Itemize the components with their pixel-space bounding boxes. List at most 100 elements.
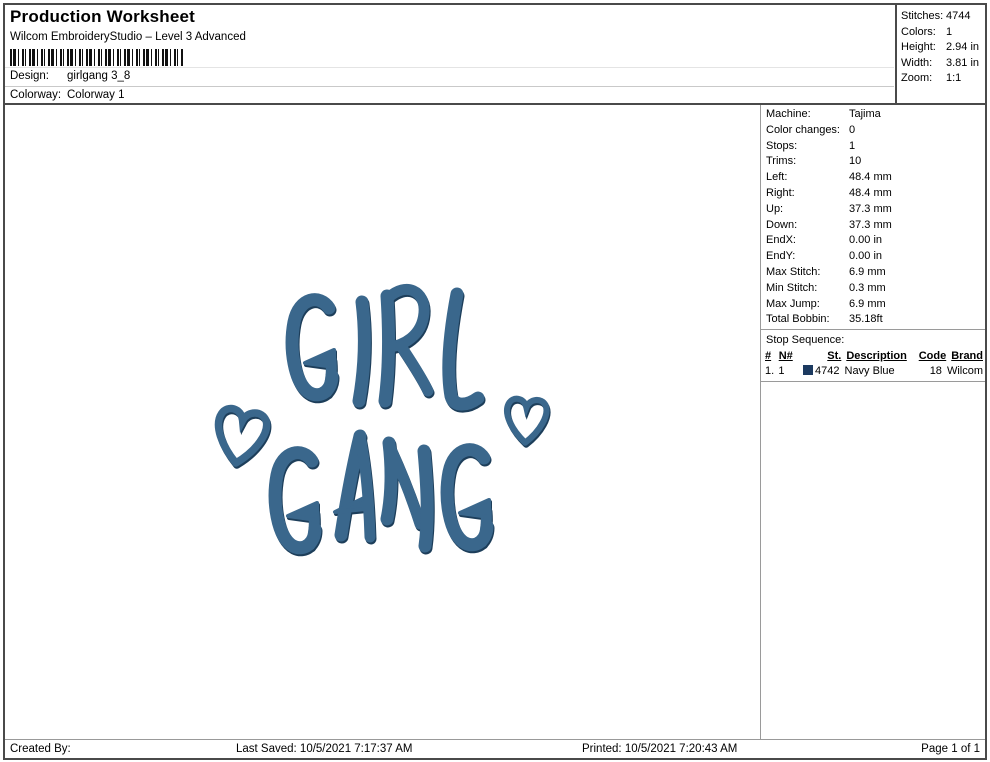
info-row-down: Down:37.3 mm — [761, 218, 985, 234]
cell-st: 4742 — [796, 364, 840, 379]
info-row-endy: EndY:0.00 in — [761, 249, 985, 265]
col-description: Description — [841, 349, 918, 364]
page-number: Page 1 of 1 — [921, 743, 980, 755]
page-title: Production Worksheet — [10, 7, 195, 27]
design-value: girlgang 3_8 — [67, 70, 130, 87]
info-row-up: Up:37.3 mm — [761, 202, 985, 218]
letter-N — [387, 443, 427, 546]
colorway-label: Colorway: — [10, 89, 67, 104]
info-value: 48.4 mm — [849, 186, 985, 202]
header-band: Production Worksheet Wilcom EmbroiderySt… — [5, 5, 985, 105]
last-saved-text: Last Saved: 10/5/2021 7:17:37 AM — [236, 743, 412, 755]
info-label: Min Stitch: — [766, 281, 849, 297]
info-value: 0.00 in — [849, 249, 985, 265]
info-row-min-stitch: Min Stitch:0.3 mm — [761, 281, 985, 297]
info-label: Stops: — [766, 139, 849, 155]
colorway-row: Colorway: Colorway 1 — [5, 86, 894, 104]
design-label: Design: — [10, 70, 67, 87]
cell-code: 18 — [915, 364, 942, 379]
production-worksheet-page: Production Worksheet Wilcom EmbroiderySt… — [0, 0, 990, 762]
col-code: Code — [919, 349, 947, 364]
stat-label: Colors: — [901, 25, 946, 41]
info-label: Max Stitch: — [766, 265, 849, 281]
col-st: St. — [796, 349, 841, 364]
stop-sequence-header-row: # N# St. Description Code Brand — [765, 349, 983, 364]
stat-row-zoom: Zoom: 1:1 — [897, 71, 985, 87]
info-value: 0 — [849, 123, 985, 139]
app-subtitle: Wilcom EmbroideryStudio – Level 3 Advanc… — [10, 31, 246, 43]
word-gang — [275, 436, 489, 548]
info-value: Tajima — [849, 107, 985, 123]
stat-row-colors: Colors: 1 — [897, 25, 985, 41]
stat-row-width: Width: 3.81 in — [897, 56, 985, 72]
col-brand: Brand — [946, 349, 983, 364]
stat-label: Height: — [901, 40, 946, 56]
info-label: Max Jump: — [766, 297, 849, 313]
stat-row-stitches: Stitches: 4744 — [897, 9, 985, 25]
printed-text: Printed: 10/5/2021 7:20:43 AM — [582, 743, 737, 755]
info-value: 37.3 mm — [849, 202, 985, 218]
barcode — [10, 49, 184, 66]
stat-value: 1 — [946, 25, 985, 41]
info-label: Right: — [766, 186, 849, 202]
info-label: Total Bobbin: — [766, 312, 849, 328]
info-row-right: Right:48.4 mm — [761, 186, 985, 202]
stat-value: 4744 — [946, 9, 985, 25]
letter-R — [385, 289, 428, 401]
stop-sequence-title: Stop Sequence: — [761, 330, 985, 349]
created-by-label: Created By: — [10, 743, 71, 755]
stitch-art-group — [210, 289, 547, 547]
info-label: EndX: — [766, 233, 849, 249]
info-value: 0.3 mm — [849, 281, 985, 297]
info-value: 1 — [849, 139, 985, 155]
info-value: 35.18ft — [849, 312, 985, 328]
info-value: 48.4 mm — [849, 170, 985, 186]
heart-left-icon — [210, 405, 269, 468]
letter-G — [275, 453, 317, 548]
letter-L — [449, 294, 478, 404]
info-row-machine: Machine:Tajima — [761, 107, 985, 123]
info-value: 0.00 in — [849, 233, 985, 249]
machine-info-panel: Machine:Tajima Color changes:0 Stops:1 T… — [760, 105, 985, 739]
info-row-total-bobbin: Total Bobbin:35.18ft — [761, 312, 985, 328]
cell-brand: Wilcom — [942, 364, 983, 379]
info-row-color-changes: Color changes:0 — [761, 123, 985, 139]
stop-sequence-data-row: 1. 1 4742 Navy Blue 18 Wilcom — [765, 364, 983, 379]
thread-color-swatch — [803, 365, 813, 375]
info-row-stops: Stops:1 — [761, 139, 985, 155]
stat-value: 1:1 — [946, 71, 985, 87]
col-num: # — [765, 349, 779, 364]
cell-description: Navy Blue — [840, 364, 916, 379]
info-label: Color changes: — [766, 123, 849, 139]
info-label: Down: — [766, 218, 849, 234]
cell-num: 1. — [765, 364, 778, 379]
info-label: EndY: — [766, 249, 849, 265]
letter-A — [335, 436, 370, 537]
machine-info-section: Machine:Tajima Color changes:0 Stops:1 T… — [761, 105, 985, 330]
stop-sequence-table: # N# St. Description Code Brand 1. 1 474… — [761, 349, 985, 382]
info-label: Up: — [766, 202, 849, 218]
design-preview-area — [5, 105, 758, 739]
info-value: 37.3 mm — [849, 218, 985, 234]
stat-label: Stitches: — [901, 9, 946, 25]
info-value: 6.9 mm — [849, 297, 985, 313]
word-girl — [292, 289, 478, 404]
heart-right-icon — [504, 397, 548, 445]
letter-I — [359, 302, 364, 401]
info-row-max-jump: Max Jump:6.9 mm — [761, 297, 985, 313]
info-row-trims: Trims:10 — [761, 154, 985, 170]
footer-bar: Created By: Last Saved: 10/5/2021 7:17:3… — [5, 739, 985, 759]
summary-stats-box: Stitches: 4744 Colors: 1 Height: 2.94 in… — [895, 5, 985, 103]
stat-value: 3.81 in — [946, 56, 985, 72]
info-row-endx: EndX:0.00 in — [761, 233, 985, 249]
info-row-left: Left:48.4 mm — [761, 170, 985, 186]
info-label: Trims: — [766, 154, 849, 170]
col-needle: N# — [779, 349, 797, 364]
info-row-max-stitch: Max Stitch:6.9 mm — [761, 265, 985, 281]
cell-needle: 1 — [778, 364, 795, 379]
stat-label: Zoom: — [901, 71, 946, 87]
letter-G — [447, 450, 489, 545]
info-value: 6.9 mm — [849, 265, 985, 281]
stat-value: 2.94 in — [946, 40, 985, 56]
info-value: 10 — [849, 154, 985, 170]
